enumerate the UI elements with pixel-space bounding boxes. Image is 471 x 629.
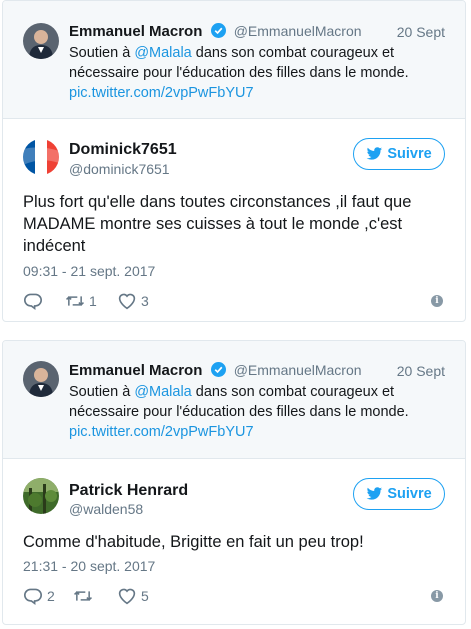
follow-label: Suivre <box>387 146 432 162</box>
like-button[interactable]: 3 <box>117 292 157 310</box>
author-name[interactable]: Dominick7651 <box>69 141 177 159</box>
french-flag-avatar[interactable] <box>23 139 59 175</box>
author-handle[interactable]: @dominick7651 <box>69 161 170 177</box>
reply-count: 2 <box>47 588 55 604</box>
tweet-card[interactable]: Emmanuel Macron @EmmanuelMacron 20 Sept … <box>2 340 466 625</box>
reply-icon <box>24 293 42 310</box>
follow-button[interactable]: Suivre <box>353 138 445 170</box>
follow-button[interactable]: Suivre <box>353 478 445 510</box>
retweet-count: 1 <box>89 293 97 309</box>
quoted-date[interactable]: 20 Sept <box>397 24 445 40</box>
macron-avatar[interactable] <box>23 361 59 397</box>
author-handle[interactable]: @walden58 <box>69 501 143 517</box>
quoted-date[interactable]: 20 Sept <box>397 363 445 379</box>
forest-avatar[interactable] <box>23 478 59 514</box>
like-button[interactable]: 5 <box>117 587 157 605</box>
tweet-text: Plus fort qu'elle dans toutes circonstan… <box>23 193 412 255</box>
quoted-tweet[interactable]: Emmanuel Macron @EmmanuelMacron 20 Sept … <box>3 1 465 119</box>
reply-button[interactable] <box>23 292 65 310</box>
media-link[interactable]: pic.twitter.com/2vpPwFbYU7 <box>69 85 254 101</box>
retweet-button[interactable]: 1 <box>65 292 117 310</box>
macron-avatar[interactable] <box>23 23 59 59</box>
retweet-icon <box>65 296 85 306</box>
verified-badge-icon <box>210 23 226 38</box>
like-count: 3 <box>141 293 149 309</box>
twitter-bird-icon <box>367 487 383 500</box>
info-icon[interactable]: i <box>431 295 443 307</box>
verified-badge-icon <box>210 362 226 377</box>
tweet-actions: 1 3 <box>23 291 157 311</box>
media-link[interactable]: pic.twitter.com/2vpPwFbYU7 <box>69 424 254 440</box>
tweet-card[interactable]: Emmanuel Macron @EmmanuelMacron 20 Sept … <box>2 0 466 322</box>
retweet-icon <box>73 591 93 601</box>
quoted-author-handle: @EmmanuelMacron <box>233 23 362 39</box>
heart-icon <box>118 588 136 605</box>
quoted-author-line[interactable]: Emmanuel Macron @EmmanuelMacron <box>69 362 362 379</box>
author-name[interactable]: Patrick Henrard <box>69 482 188 500</box>
quoted-text: Soutien à @Malala dans son combat courag… <box>69 382 439 442</box>
like-count: 5 <box>141 588 149 604</box>
quoted-text-before: Soutien à <box>69 384 135 400</box>
quoted-author-handle: @EmmanuelMacron <box>233 362 362 378</box>
reply-icon <box>24 588 42 605</box>
tweet-text: Comme d'habitude, Brigitte en fait un pe… <box>23 533 364 551</box>
reply-button[interactable]: 2 <box>23 587 73 605</box>
tweet-timestamp[interactable]: 09:31 - 21 sept. 2017 <box>23 263 155 279</box>
follow-label: Suivre <box>387 486 432 502</box>
mention-link[interactable]: @Malala <box>134 45 191 61</box>
mention-link[interactable]: @Malala <box>134 384 191 400</box>
heart-icon <box>118 293 136 310</box>
quoted-author-line[interactable]: Emmanuel Macron @EmmanuelMacron <box>69 23 362 40</box>
quoted-text-before: Soutien à <box>69 45 135 61</box>
tweet-actions: 2 5 <box>23 586 157 606</box>
tweet-timestamp[interactable]: 21:31 - 20 sept. 2017 <box>23 558 155 574</box>
info-icon[interactable]: i <box>431 590 443 602</box>
quoted-tweet[interactable]: Emmanuel Macron @EmmanuelMacron 20 Sept … <box>3 341 465 459</box>
twitter-bird-icon <box>367 147 383 160</box>
retweet-button[interactable] <box>73 587 117 605</box>
quoted-author-name[interactable]: Emmanuel Macron <box>69 23 202 40</box>
quoted-text: Soutien à @Malala dans son combat courag… <box>69 43 439 103</box>
quoted-author-name[interactable]: Emmanuel Macron <box>69 362 202 379</box>
